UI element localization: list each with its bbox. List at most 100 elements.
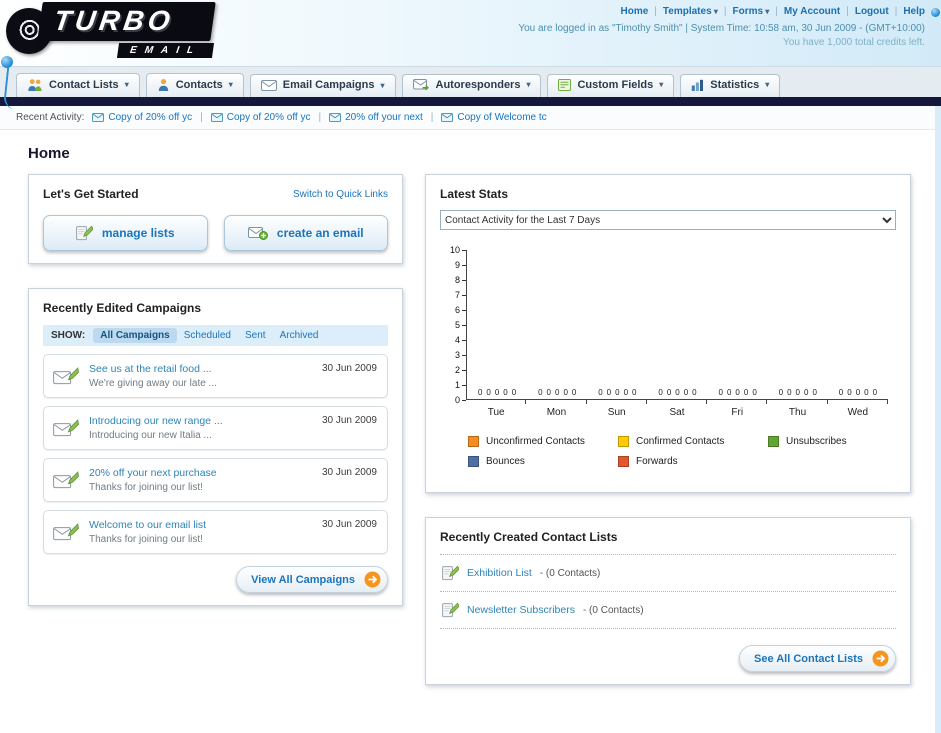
campaigns-filter-sent[interactable]: Sent [238,328,273,343]
tab-label: Contact Lists [49,78,119,91]
main-nav-tabs: Contact Lists ▾ Contacts ▾ Email Campaigns ▾ A… [0,66,941,97]
show-label: SHOW: [51,330,86,341]
bar-value-labels: 00000 [587,388,647,397]
help-widget-dot[interactable] [931,8,940,17]
see-all-contact-lists-button[interactable]: See All Contact Lists [738,645,896,672]
x-axis-tick [707,400,768,404]
bar-value-label: 0 [503,388,508,397]
campaign-list-item: Introducing our new range ... Introducing… [43,406,388,450]
legend-item: Unsubscribes [768,436,918,447]
legend-label: Bounces [486,456,525,467]
bar-value-label: 0 [726,388,732,397]
contact-list-link[interactable]: Newsletter Subscribers [467,604,575,616]
contact-lists-box: Recently Created Contact Lists Exhibitio… [425,517,911,685]
campaign-title-link[interactable]: Introducing our new range ... [89,415,223,427]
legend-item: Forwards [618,456,768,467]
legend-label: Confirmed Contacts [636,436,725,447]
bar-value-label: 0 [632,388,637,397]
x-axis-tick [647,400,708,404]
envelope-pencil-icon [53,522,79,542]
bar-value-label: 0 [778,388,784,397]
campaigns-filter-archived[interactable]: Archived [273,328,326,343]
tab-contact-lists[interactable]: Contact Lists ▾ [16,73,140,97]
small-envelope-icon [92,112,105,123]
bar-value-label: 0 [563,388,568,397]
x-axis-label: Sat [669,407,685,418]
stats-icon [691,79,704,91]
y-tick-label: 1 [454,380,460,390]
top-nav-my-account[interactable]: My Account [784,6,840,17]
divider-bar [0,97,941,106]
legend-swatch [618,456,629,467]
x-axis-tick [466,400,527,404]
caret-down-icon: ▾ [763,7,770,16]
legend-label: Unsubscribes [786,436,847,447]
top-nav-templates[interactable]: Templates ▾ [663,6,718,17]
small-envelope-icon [210,112,223,123]
recent-activity-link[interactable]: Copy of 20% off yc [108,112,192,123]
recent-activity-link[interactable]: 20% off your next [345,112,423,123]
top-nav-forms[interactable]: Forms ▾ [733,6,770,17]
top-nav-help[interactable]: Help [903,6,925,17]
campaign-subtitle: Thanks for joining our list! [89,534,203,545]
campaign-title-link[interactable]: 20% off your next purchase [89,467,217,479]
campaign-list-item: See us at the retail food ... We're givin… [43,354,388,398]
caret-down-icon: ▾ [380,80,385,90]
tab-autoresponders[interactable]: Autoresponders ▾ [401,73,542,97]
bar-value-label: 0 [546,388,551,397]
top-nav-home[interactable]: Home [621,6,649,17]
recent-activity-link[interactable]: Copy of 20% off yc [227,112,311,123]
bar-value-label: 0 [538,388,543,397]
logo-text-wrap: TURBO EMAIL [37,2,216,58]
bar-value-labels: 00000 [828,388,888,397]
tab-custom-fields[interactable]: Custom Fields ▾ [547,73,675,97]
tab-contacts[interactable]: Contacts ▾ [145,73,244,97]
tab-email-campaigns[interactable]: Email Campaigns ▾ [249,74,396,97]
campaign-text: Welcome to our email list Thanks for join… [89,519,206,545]
x-axis-label: Thu [788,407,807,418]
chart-y-axis: 10 9 8 7 6 5 4 3 2 1 0 [440,245,466,405]
logo-subtext: EMAIL [116,43,215,58]
bar-value-label: 0 [692,388,697,397]
get-started-title: Let's Get Started [43,187,139,201]
bar-value-label: 0 [494,388,500,397]
tab-label: Autoresponders [435,78,521,91]
caret-down-icon: ▾ [228,80,233,89]
x-axis-tick [828,400,889,404]
bar-value-label: 0 [554,388,560,397]
recent-activity-bar: Recent Activity: Copy of 20% off yc | Copy… [0,106,935,130]
separator: | [430,112,434,123]
campaign-list: See us at the retail food ... We're givin… [43,354,388,554]
contact-list-link[interactable]: Exhibition List [467,567,532,579]
campaigns-filter-scheduled[interactable]: Scheduled [177,328,238,343]
campaign-title-link[interactable]: See us at the retail food ... [89,363,217,375]
campaign-title-link[interactable]: Welcome to our email list [89,519,206,531]
legend-item: Unconfirmed Contacts [468,436,618,447]
tab-statistics[interactable]: Statistics ▾ [680,73,781,97]
x-axis-tick [526,400,587,404]
legend-item: Confirmed Contacts [618,436,768,447]
contact-lists-list: Exhibition List - (0 Contacts) Newsletter… [440,554,896,629]
manage-lists-button[interactable]: manage lists [43,215,208,251]
campaign-subtitle: We're giving away our late ... [89,378,217,389]
create-an-email-button[interactable]: create an email [223,215,388,251]
campaign-list-item: Welcome to our email list Thanks for join… [43,510,388,554]
stats-period-select[interactable]: Contact Activity for the Last 7 Days [440,210,896,230]
main-content: Home Let's Get Started Switch to Quick L… [0,130,935,733]
recent-activity-items: Copy of 20% off yc | Copy of 20% off yc | 20… [92,112,547,123]
campaign-text: 20% off your next purchase Thanks for joi… [89,467,217,493]
campaigns-filter-all-campaigns[interactable]: All Campaigns [93,328,177,343]
switch-quick-links-link[interactable]: Switch to Quick Links [293,189,388,200]
top-nav-logout[interactable]: Logout [855,6,889,17]
see-all-contact-lists-label: See All Contact Lists [753,652,863,665]
credits-info: You have 1,000 total credits left. [783,37,925,48]
arrow-circle-icon [872,650,889,667]
separator: | [318,112,322,123]
y-tick-label: 0 [454,395,460,405]
page-title: Home [28,145,70,162]
login-info: You are logged in as "Timothy Smith" | S… [518,23,925,34]
recent-activity-link[interactable]: Copy of Welcome tc [457,112,546,123]
bar-value-labels: 00000 [467,388,527,397]
view-all-campaigns-button[interactable]: View All Campaigns [236,566,388,593]
header: TURBO EMAIL Home | Templates ▾ | Forms ▾ | My … [0,0,941,66]
